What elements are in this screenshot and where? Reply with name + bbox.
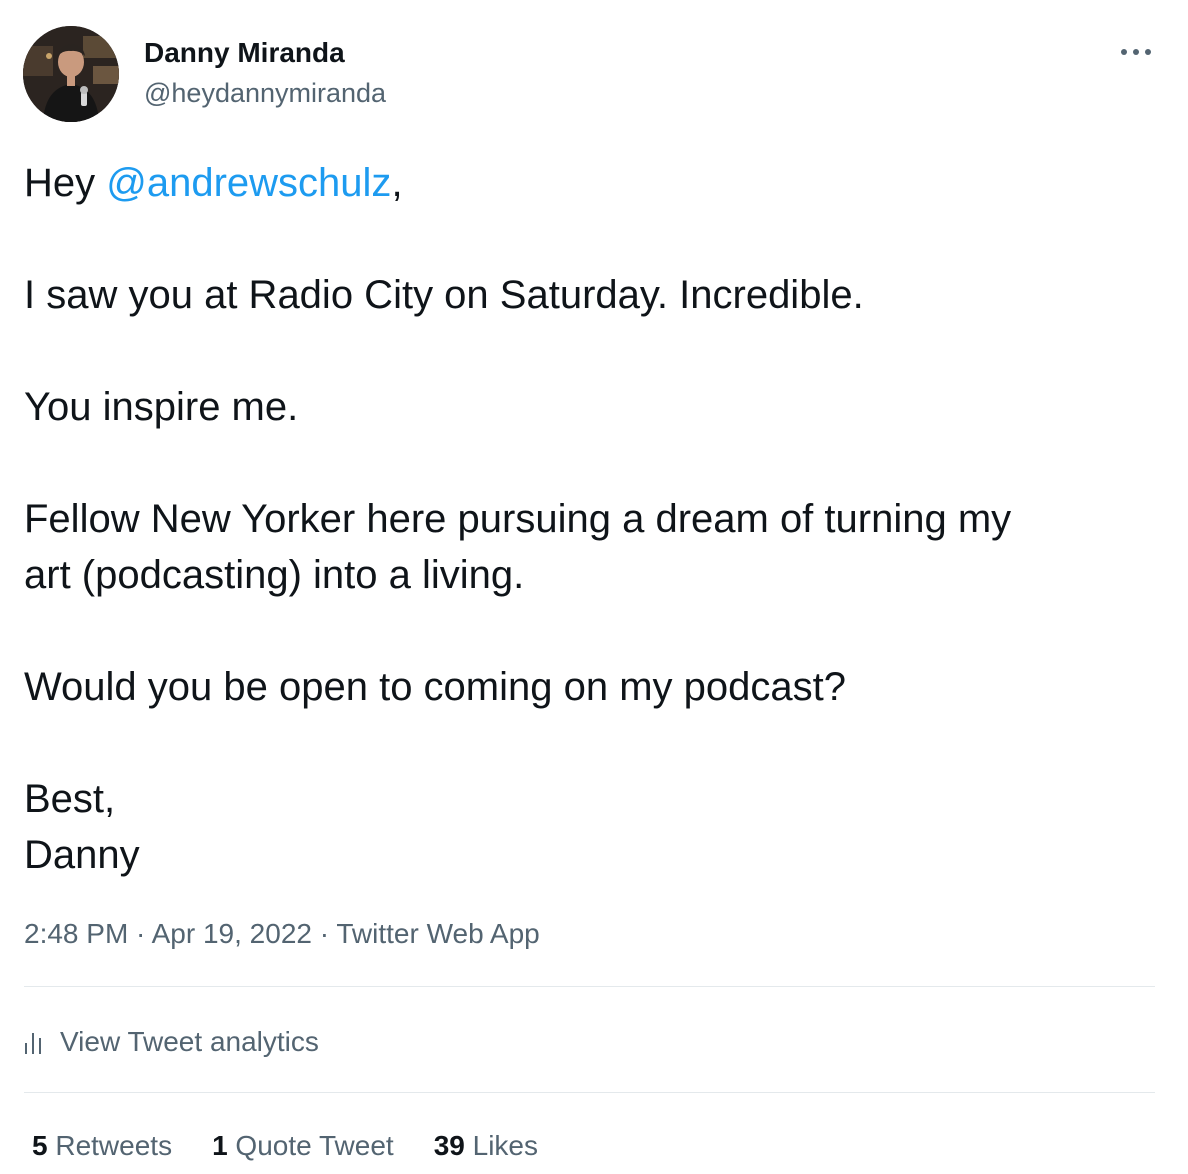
likes-label: Likes <box>464 1130 538 1161</box>
tweet-source[interactable]: Twitter Web App <box>336 918 539 949</box>
tweet-line: I saw you at Radio City on Saturday. Inc… <box>24 273 864 317</box>
mention-link[interactable]: @andrewschulz <box>106 161 391 205</box>
likes-stat[interactable]: 39 Likes <box>434 1126 538 1166</box>
divider <box>24 986 1155 987</box>
profile-photo-avatar <box>23 26 119 122</box>
retweets-label: Retweets <box>47 1130 173 1161</box>
quote-tweets-label: Quote Tweet <box>227 1130 394 1161</box>
divider <box>24 1092 1155 1093</box>
greeting-suffix: , <box>391 161 403 205</box>
tweet-line: art (podcasting) into a living. <box>24 553 525 597</box>
view-analytics-label: View Tweet analytics <box>60 1026 319 1057</box>
tweet-line: You inspire me. <box>24 385 299 429</box>
retweets-count: 5 <box>32 1130 48 1161</box>
meta-separator: · <box>311 918 337 949</box>
view-analytics-button[interactable]: View Tweet analytics <box>24 1020 319 1064</box>
meta-separator: · <box>128 918 152 949</box>
tweet-date[interactable]: Apr 19, 2022 <box>152 918 312 949</box>
likes-count: 39 <box>433 1130 465 1161</box>
more-options-button[interactable] <box>1112 34 1160 70</box>
more-dots-icon <box>1121 49 1151 55</box>
engagement-stats: 5 Retweets 1 Quote Tweet 39 Likes <box>32 1126 578 1166</box>
greeting-prefix: Hey <box>24 161 107 205</box>
retweets-stat[interactable]: 5 Retweets <box>32 1126 172 1166</box>
quote-tweets-count: 1 <box>212 1130 228 1161</box>
author-display-name[interactable]: Danny Miranda <box>144 35 345 71</box>
tweet-time[interactable]: 2:48 PM <box>24 918 128 949</box>
tweet-meta: 2:48 PM · Apr 19, 2022 · Twitter Web App <box>24 914 540 954</box>
tweet-line: Would you be open to coming on my podcas… <box>24 665 846 709</box>
analytics-bars-icon <box>25 1033 41 1054</box>
signoff-line: Best, <box>24 777 116 821</box>
quote-tweets-stat[interactable]: 1 Quote Tweet <box>212 1126 394 1166</box>
tweet-text: Hey @andrewschulz, I saw you at Radio Ci… <box>24 155 1164 883</box>
signoff-name: Danny <box>24 833 140 877</box>
greeting-line: Hey @andrewschulz, <box>24 155 1164 211</box>
author-handle[interactable]: @heydannymiranda <box>144 76 386 110</box>
avatar[interactable] <box>23 26 119 122</box>
tweet-line: Fellow New Yorker here pursuing a dream … <box>24 497 1012 541</box>
tweet-card: Danny Miranda @heydannymiranda Hey @andr… <box>0 0 1188 1174</box>
